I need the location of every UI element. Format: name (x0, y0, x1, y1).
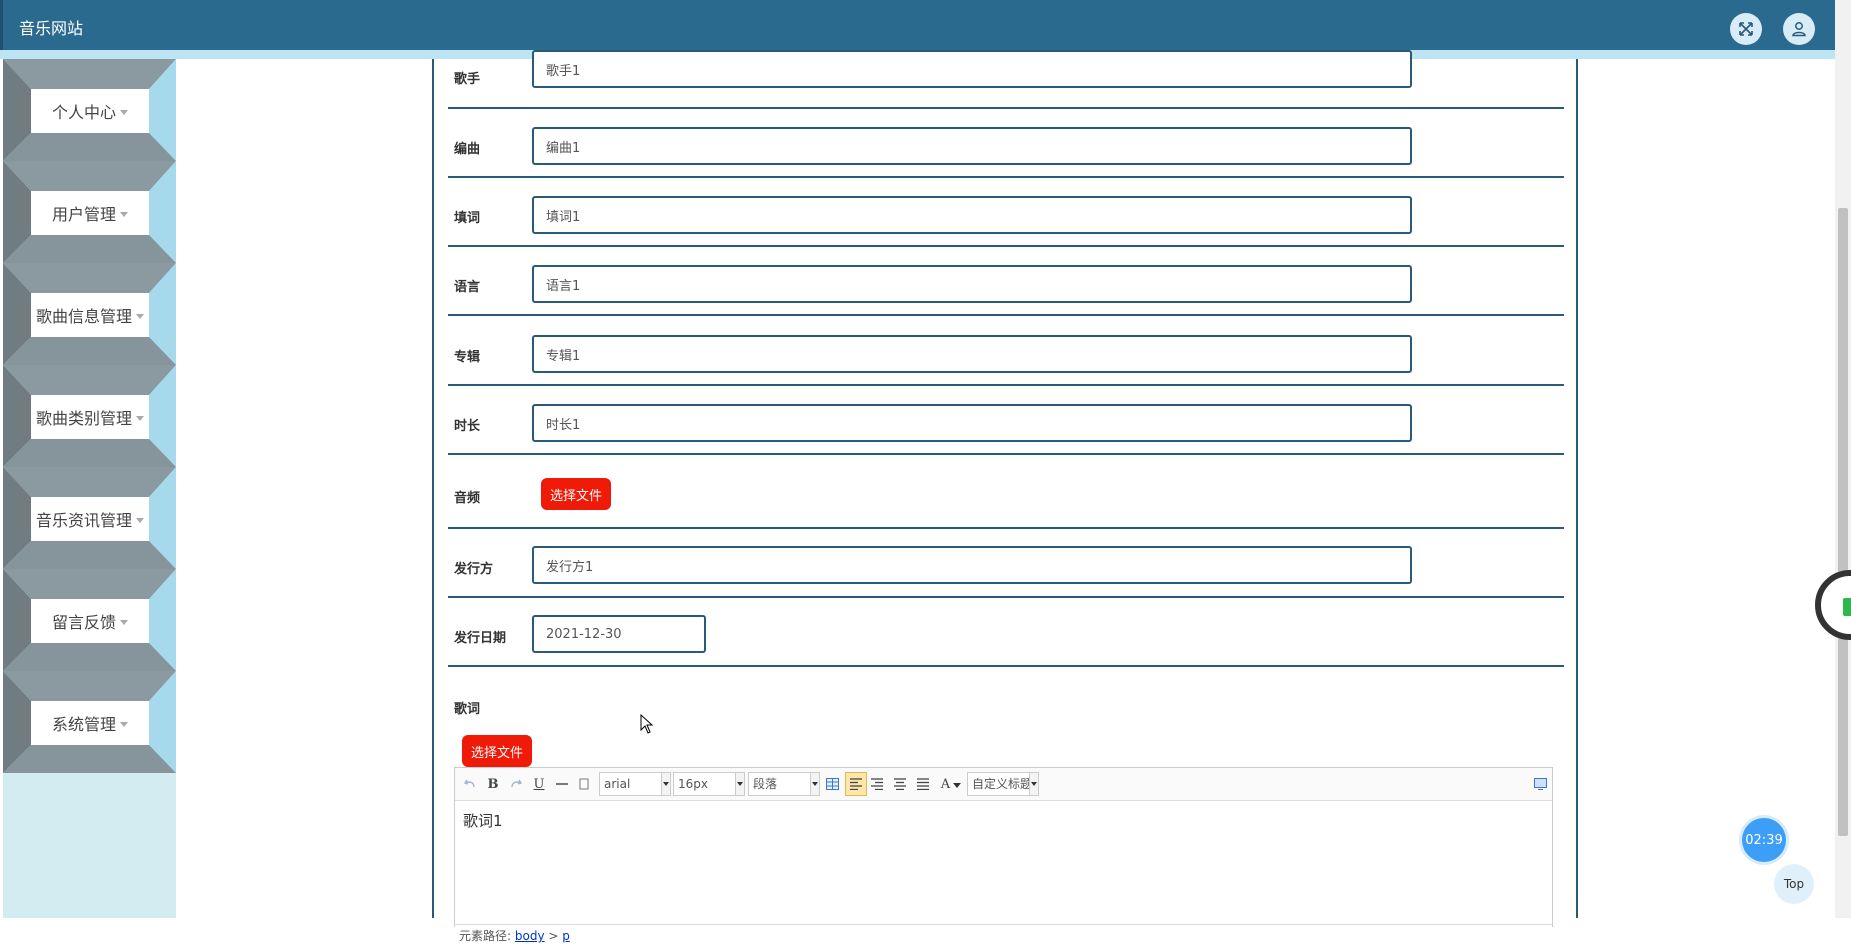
caret-down-icon (136, 313, 144, 319)
publisher-input[interactable] (532, 546, 1412, 584)
align-center-icon[interactable] (893, 775, 907, 793)
page-icon[interactable] (577, 775, 591, 793)
floating-widget[interactable] (1815, 570, 1851, 640)
sidebar-button[interactable]: 系统管理 (31, 701, 149, 745)
caret-down-icon (120, 211, 128, 217)
field-label: 专辑 (454, 350, 481, 365)
editor-content[interactable]: 歌词1 (463, 810, 503, 831)
form-row-composer: 编曲 (448, 109, 1564, 178)
sidebar-item-system: 系统管理 (3, 671, 176, 773)
custom-title-select[interactable]: 自定义标题 (967, 772, 1039, 796)
sidebar-item-music-news: 音乐资讯管理 (3, 467, 176, 569)
align-left-icon[interactable] (845, 772, 867, 796)
form-row-language: 语言 (448, 247, 1564, 316)
form-panel: 歌手 编曲 填词 语言 专辑 时长 音频 选择文件 发行方 发行日期 歌词 选择… (432, 50, 1578, 944)
album-input[interactable] (532, 335, 1412, 373)
sidebar-button[interactable]: 留言反馈 (31, 599, 149, 643)
undo-icon[interactable] (463, 775, 477, 793)
sidebar-button[interactable]: 用户管理 (31, 191, 149, 235)
font-color-button[interactable]: A (939, 775, 963, 793)
form-row-audio: 音频 选择文件 (448, 455, 1564, 529)
audio-choose-file-button[interactable]: 选择文件 (541, 478, 612, 510)
sidebar-item-user-management: 用户管理 (3, 161, 176, 263)
user-icon (1792, 22, 1806, 37)
green-square-icon (1843, 598, 1851, 616)
sidebar: 个人中心 用户管理 歌曲信息管理 歌曲类别管理 音乐资讯管理 留言反馈 系统管理 (3, 59, 176, 918)
sidebar-item-song-category: 歌曲类别管理 (3, 365, 176, 467)
sidebar-button[interactable]: 歌曲类别管理 (31, 395, 149, 439)
path-p-link[interactable]: p (562, 929, 570, 943)
expand-arrows-icon (1739, 22, 1753, 36)
top-header: 音乐网站 (0, 0, 1835, 50)
lyrics-choose-file-button[interactable]: 选择文件 (462, 735, 533, 767)
sidebar-item-song-info: 歌曲信息管理 (3, 263, 176, 365)
cursor-icon (640, 714, 654, 734)
field-label: 发行日期 (454, 631, 507, 646)
font-size-select[interactable]: 16px (673, 772, 745, 796)
align-justify-icon[interactable] (916, 775, 930, 793)
lyrics-label: 歌词 (454, 702, 481, 717)
align-right-icon[interactable] (870, 775, 884, 793)
font-family-select[interactable]: arial (599, 772, 671, 796)
caret-down-icon (136, 517, 144, 523)
duration-input[interactable] (532, 404, 1412, 442)
caret-down-icon (953, 782, 962, 788)
site-title: 音乐网站 (19, 19, 84, 38)
lyricist-input[interactable] (532, 196, 1412, 234)
form-row-duration: 时长 (448, 386, 1564, 455)
form-row-singer: 歌手 (448, 50, 1564, 109)
font-color-icon: A (940, 776, 951, 792)
back-to-top-button[interactable]: Top (1774, 864, 1814, 904)
form-row-album: 专辑 (448, 317, 1564, 386)
bold-icon[interactable]: B (486, 775, 500, 793)
sidebar-button[interactable]: 音乐资讯管理 (31, 497, 149, 541)
form-row-lyricist: 填词 (448, 178, 1564, 247)
language-input[interactable] (532, 265, 1412, 303)
underline-icon[interactable]: U (532, 775, 546, 793)
caret-down-icon (120, 619, 128, 625)
field-label: 音频 (454, 491, 481, 506)
field-label: 歌手 (454, 72, 481, 87)
form-row-release-date: 发行日期 (448, 598, 1564, 667)
horizontal-rule-icon[interactable] (555, 775, 569, 793)
singer-input[interactable] (532, 50, 1412, 88)
editor-toolbar: B U arial 16px 段落 A 自定义标题 (455, 768, 1552, 801)
user-button[interactable] (1783, 13, 1815, 45)
paragraph-select[interactable]: 段落 (748, 772, 820, 796)
composer-input[interactable] (532, 127, 1412, 165)
caret-down-icon (120, 721, 128, 727)
fullscreen-button[interactable] (1730, 13, 1762, 45)
sidebar-item-personal-center: 个人中心 (3, 59, 176, 161)
lyrics-editor: B U arial 16px 段落 A 自定义标题 歌词1 元素路径: body… (454, 767, 1553, 944)
table-icon[interactable] (825, 775, 839, 793)
scrollbar-thumb[interactable] (1838, 208, 1848, 836)
element-path: 元素路径: body > p (455, 924, 1552, 944)
field-label: 发行方 (454, 562, 494, 577)
field-label: 语言 (454, 280, 481, 295)
form-row-publisher: 发行方 (448, 529, 1564, 598)
sidebar-item-feedback: 留言反馈 (3, 569, 176, 671)
path-body-link[interactable]: body (515, 929, 545, 943)
caret-down-icon (120, 109, 128, 115)
preview-icon[interactable] (1533, 775, 1547, 793)
field-label: 填词 (454, 211, 481, 226)
field-label: 编曲 (454, 142, 481, 157)
release-date-input[interactable] (532, 615, 706, 653)
field-label: 时长 (454, 419, 481, 434)
sidebar-button[interactable]: 歌曲信息管理 (31, 293, 149, 337)
sidebar-button[interactable]: 个人中心 (31, 89, 149, 133)
redo-icon[interactable] (509, 775, 523, 793)
timer-badge: 02:39 (1742, 818, 1786, 862)
caret-down-icon (136, 415, 144, 421)
